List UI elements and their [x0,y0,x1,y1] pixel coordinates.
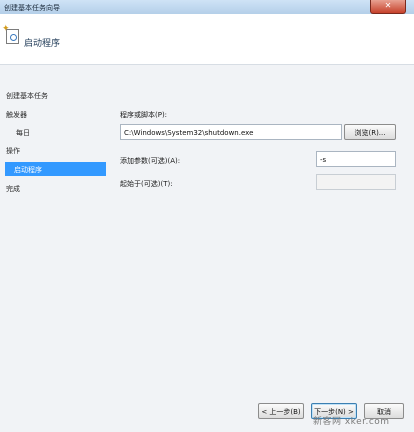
step-action[interactable]: 操作 [6,146,20,156]
step-start-program[interactable]: 启动程序 [5,162,106,176]
action-form: 程序或脚本(P): C:\Windows\System32\shutdown.e… [110,65,414,365]
step-create-basic-task[interactable]: 创建基本任务 [6,91,48,101]
page-heading: 启动程序 [24,39,61,49]
arguments-input[interactable]: -s [316,151,396,167]
arguments-label: 添加参数(可选)(A): [120,157,181,165]
step-finish[interactable]: 完成 [6,184,20,194]
close-icon: ✕ [384,1,392,10]
window-close-button[interactable]: ✕ [370,0,406,14]
start-in-label: 起始于(可选)(T): [120,180,173,188]
task-scheduler-icon: ✦ [2,24,19,44]
wizard-header: ✦ 启动程序 [0,14,414,65]
window-title-bar: 创建基本任务向导 ✕ [0,0,414,15]
window-title: 创建基本任务向导 [4,4,60,12]
program-label: 程序或脚本(P): [120,111,168,119]
start-in-input[interactable] [316,174,396,190]
clock-icon [10,34,17,41]
watermark: 新客网 xker.com [313,417,390,427]
step-start-program-label: 启动程序 [14,166,42,174]
browse-button[interactable]: 浏览(R)... [344,124,396,140]
step-trigger[interactable]: 触发器 [6,110,27,120]
wizard-steps-sidebar: 创建基本任务 触发器 每日 操作 启动程序 完成 [0,65,110,432]
spark-icon: ✦ [2,24,10,34]
step-daily[interactable]: 每日 [16,128,30,138]
back-button[interactable]: < 上一步(B) [258,403,304,419]
program-input[interactable]: C:\Windows\System32\shutdown.exe [120,124,342,140]
